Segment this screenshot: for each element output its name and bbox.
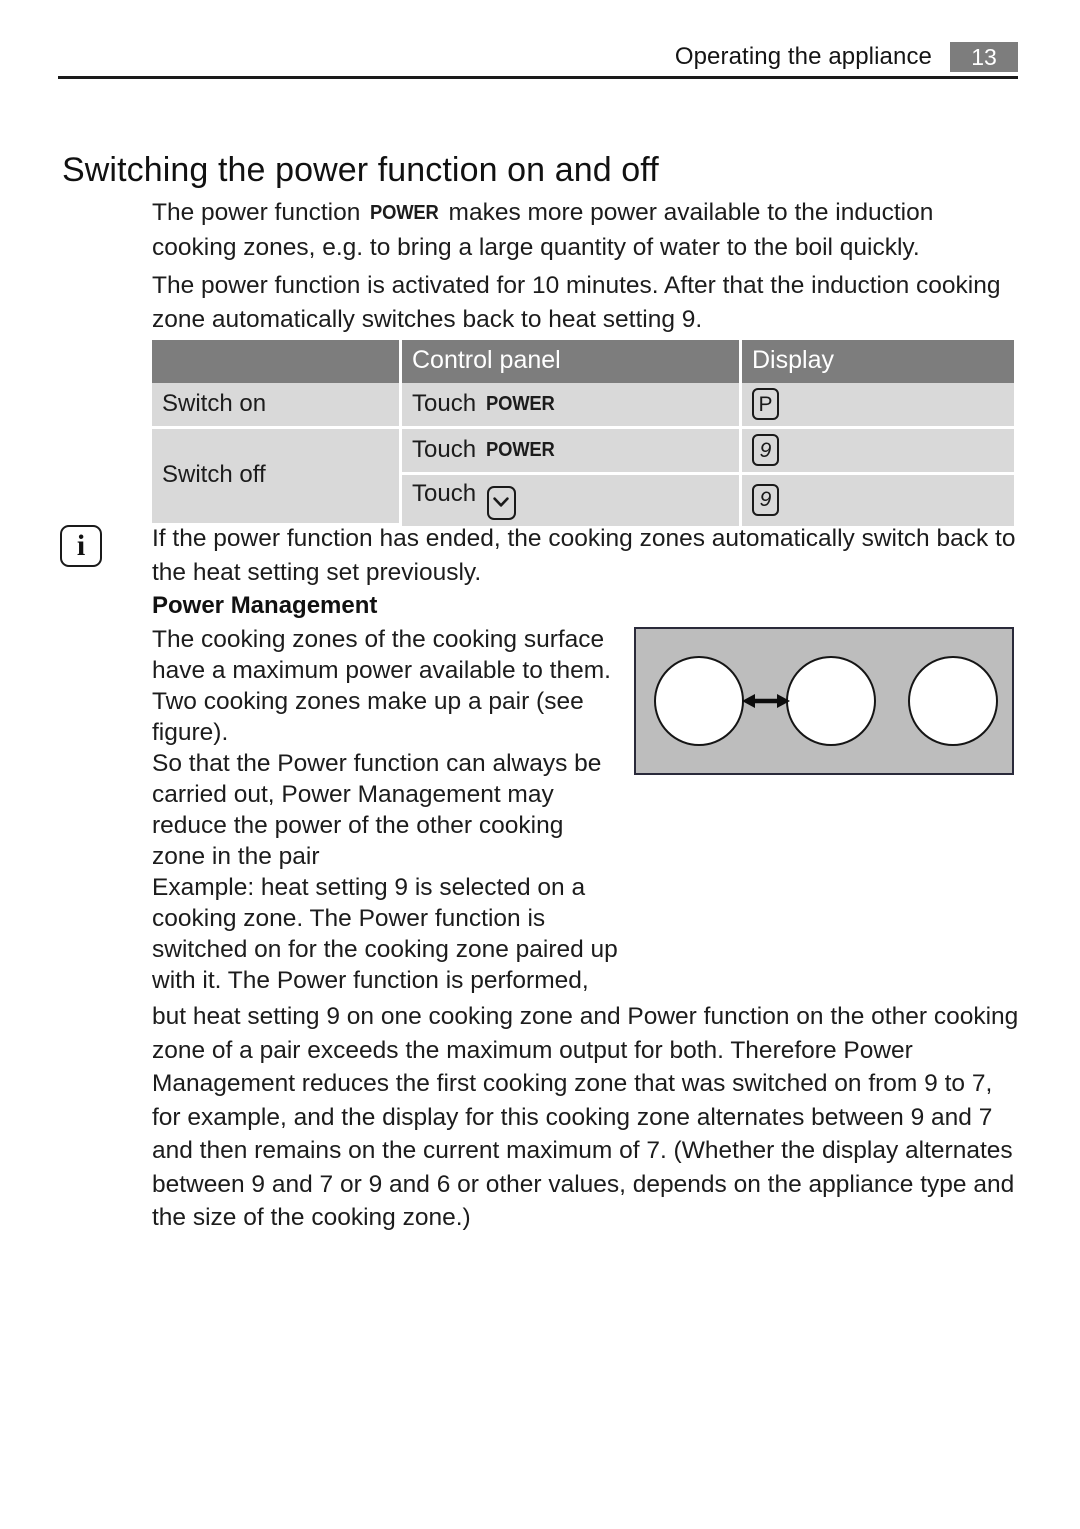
power-label: POWER (370, 202, 439, 224)
touch-label: Touch (412, 436, 483, 463)
table-header-row: Control panel Display (152, 340, 1014, 383)
power-label: POWER (485, 393, 555, 415)
double-headed-arrow-icon (742, 694, 790, 708)
cooking-zone-circle (786, 656, 876, 746)
power-label: POWER (485, 439, 555, 461)
table-row: Switch off Touch POWER 9 (152, 429, 1014, 526)
intro-section: The power function POWER makes more powe… (152, 196, 1020, 336)
pm-bottom-paragraph: but heat setting 9 on one cooking zone a… (152, 1003, 1019, 1231)
table-cell-action: Switch on (152, 383, 402, 429)
table-header-control-panel: Control panel (402, 340, 742, 383)
power-function-table-wrapper: Control panel Display Switch on Touch PO… (152, 340, 1014, 526)
table-row: Switch on Touch POWER P (152, 383, 1014, 429)
table-cell-control-panel: Touch POWER (402, 383, 742, 429)
power-management-bottom-text: but heat setting 9 on one cooking zone a… (152, 1000, 1020, 1235)
page-header: Operating the appliance 13 (58, 40, 1018, 80)
touch-label: Touch (412, 480, 483, 507)
info-note-text: If the power function has ended, the coo… (152, 525, 1016, 586)
pm-paragraph-2: So that the Power function can always be… (152, 750, 602, 870)
table-cell-action: Switch off (152, 429, 402, 526)
touch-label: Touch (412, 390, 483, 417)
intro-p1-before: The power function (152, 199, 368, 226)
table-cell-display: P (742, 383, 1014, 429)
header-title: Operating the appliance (674, 43, 932, 70)
power-function-table: Control panel Display Switch on Touch PO… (152, 340, 1014, 526)
power-management-heading: Power Management (152, 592, 378, 619)
pm-paragraph-3: Example: heat setting 9 is selected on a… (152, 874, 618, 994)
table-cell-control-panel: Touch POWER (402, 429, 742, 475)
info-note: i If the power function has ended, the c… (60, 522, 1020, 589)
cooking-zone-circle (654, 656, 744, 746)
intro-paragraph-2: The power function is activated for 10 m… (152, 272, 1001, 333)
cooking-zone-circle (908, 656, 998, 746)
table-cell-display: 9 (742, 429, 1014, 475)
display-chip: 9 (752, 434, 779, 466)
display-chip: P (752, 388, 779, 420)
header-rule (58, 76, 1018, 79)
table-cell-display: 9 (742, 475, 1014, 526)
table-cell-control-panel: Touch (402, 475, 742, 526)
page-title: Switching the power function on and off (62, 150, 659, 189)
document-page: Operating the appliance 13 Switching the… (0, 0, 1080, 1529)
pm-paragraph-1: The cooking zones of the cooking surface… (152, 626, 611, 746)
table-header-display: Display (742, 340, 1014, 383)
page-number-badge: 13 (950, 42, 1018, 72)
table-header-action (152, 340, 402, 383)
display-chip: 9 (752, 483, 779, 516)
power-management-left-column: The cooking zones of the cooking surface… (152, 624, 620, 996)
cooking-zones-pair-diagram (634, 627, 1014, 775)
intro-paragraph-1: The power function POWER makes more powe… (152, 196, 1020, 264)
chevron-down-icon (486, 485, 516, 520)
info-icon: i (60, 525, 102, 567)
